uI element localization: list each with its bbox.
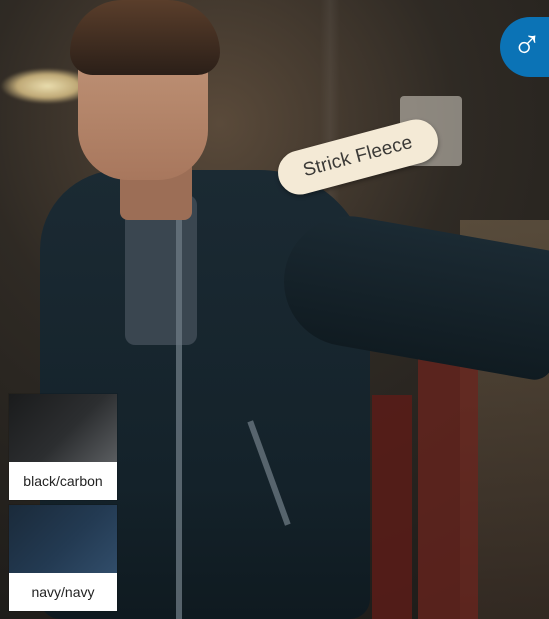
product-photo: Strick Fleece ♂ black/carbon navy/navy <box>0 0 549 619</box>
color-swatch-navy-navy[interactable]: navy/navy <box>9 505 117 611</box>
hair <box>70 0 220 75</box>
swatch-label: navy/navy <box>31 584 95 600</box>
jacket-zipper <box>176 210 182 619</box>
swatch-thumbnail <box>9 505 117 573</box>
color-swatch-black-carbon[interactable]: black/carbon <box>9 394 117 500</box>
male-symbol-glyph: ♂ <box>512 23 542 67</box>
swatch-label: black/carbon <box>23 473 103 489</box>
swatch-thumbnail <box>9 394 117 462</box>
